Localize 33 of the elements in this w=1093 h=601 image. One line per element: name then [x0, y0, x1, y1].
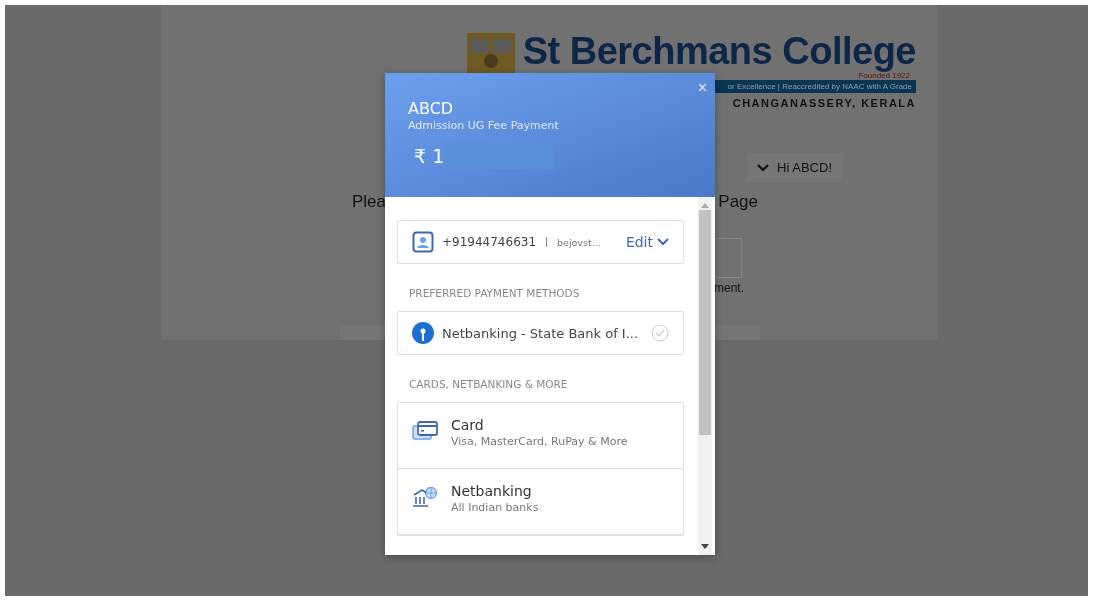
location-text: CHANGANASSERY, KERALA — [732, 97, 916, 109]
edit-button[interactable]: Edit — [625, 234, 669, 250]
chevron-down-icon — [757, 163, 770, 172]
payment-description: Admission UG Fee Payment — [408, 119, 560, 133]
section-heading: CARDS, NETBANKING & MORE — [408, 377, 569, 392]
message-text: Plea — [352, 192, 387, 212]
chevron-down-icon — [657, 238, 669, 246]
email-text: bejovst... — [557, 236, 602, 248]
contact-icon — [412, 231, 434, 253]
note-text: ment. — [714, 281, 744, 295]
crest-icon — [464, 31, 517, 75]
payment-method-item[interactable]: Card Visa, MasterCard, RuPay & More — [398, 403, 683, 469]
message-text: Page — [718, 192, 758, 212]
method-subtitle: All Indian banks — [451, 501, 539, 514]
scroll-down-icon[interactable] — [701, 544, 709, 550]
merchant-name: ABCD — [408, 99, 455, 119]
bank-icon — [412, 486, 438, 508]
college-name: St Berchmans College — [522, 31, 916, 71]
founded-text: Founded 1922 — [858, 71, 910, 80]
method-title: Netbanking — [451, 483, 533, 499]
contact-card[interactable]: +91944746631 bejovst... Edit — [397, 220, 684, 264]
method-subtitle: Visa, MasterCard, RuPay & More — [451, 435, 628, 448]
card-icon — [412, 420, 438, 442]
scrollbar[interactable] — [698, 197, 712, 555]
section-heading: PREFERRED PAYMENT METHODS — [408, 286, 581, 301]
preferred-method-item[interactable]: Netbanking - State Bank of I... — [397, 311, 684, 355]
payment-method-item[interactable]: Netbanking All Indian banks — [398, 469, 683, 535]
method-label: Netbanking - State Bank of I... — [442, 325, 640, 341]
bank-logo-icon — [412, 322, 434, 344]
phone-text: +91944746631 — [442, 235, 537, 249]
amount-text: ₹ 1 — [414, 145, 445, 167]
user-menu-button[interactable]: Hi ABCD! — [747, 153, 842, 182]
method-title: Card — [451, 417, 485, 433]
